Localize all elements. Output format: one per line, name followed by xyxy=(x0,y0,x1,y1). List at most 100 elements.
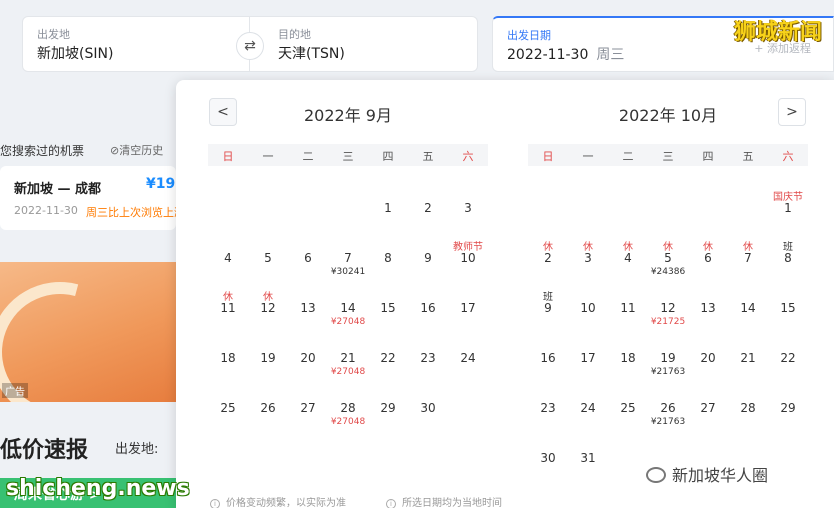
day-number: 26 xyxy=(260,401,276,415)
day-cell[interactable]: 16 xyxy=(528,332,568,382)
day-number: 16 xyxy=(420,301,436,315)
day-number: 30 xyxy=(420,401,436,415)
day-cell[interactable]: 休2 xyxy=(528,232,568,282)
day-cell[interactable]: 1 xyxy=(368,182,408,232)
day-cell[interactable]: 5 xyxy=(248,232,288,282)
weekday-label: 四 xyxy=(382,150,394,163)
day-cell[interactable]: 休7 xyxy=(728,232,768,282)
day-number: 4 xyxy=(624,251,632,265)
day-cell[interactable]: 23 xyxy=(408,332,448,382)
day-number: 24 xyxy=(460,351,476,365)
day-number: 17 xyxy=(580,351,596,365)
day-cell[interactable]: 27 xyxy=(688,382,728,432)
day-cell[interactable]: 22 xyxy=(368,332,408,382)
day-cell[interactable]: 休6 xyxy=(688,232,728,282)
weekday-label: 二 xyxy=(302,150,314,163)
day-cell[interactable]: 休 5 ¥24386 xyxy=(648,232,688,282)
day-number: 19 xyxy=(660,351,676,365)
day-cell[interactable]: 19 xyxy=(248,332,288,382)
day-cell[interactable]: 26 xyxy=(248,382,288,432)
day-cell[interactable]: 23 xyxy=(528,382,568,432)
day-price: ¥27048 xyxy=(330,317,366,327)
day-number: 22 xyxy=(380,351,396,365)
day-cell[interactable]: 31 xyxy=(568,432,608,482)
day-cell[interactable]: 29 xyxy=(768,382,808,432)
history-title: 您搜索过的机票 xyxy=(0,144,85,158)
day-cell[interactable]: 20 xyxy=(688,332,728,382)
day-cell[interactable]: 国庆节 1 xyxy=(768,182,808,232)
day-cell[interactable]: 班8 xyxy=(768,232,808,282)
day-cell[interactable]: 15 xyxy=(368,282,408,332)
weekday-label: 三 xyxy=(342,150,354,163)
day-cell[interactable]: 21 ¥27048 xyxy=(328,332,368,382)
day-cell[interactable]: 17 xyxy=(448,282,488,332)
day-cell[interactable]: 10 xyxy=(568,282,608,332)
date-picker: < > 2022年 9月 日一二三四五六 1 2 3 4 5 6 7 ¥30241 8 9 教师节 1… xyxy=(176,80,834,508)
info-icon: i xyxy=(386,499,396,508)
day-cell[interactable]: 19 ¥21763 xyxy=(648,332,688,382)
date-weekday: 周三 xyxy=(596,47,625,63)
day-number: 24 xyxy=(580,401,596,415)
from-label: 出发地 xyxy=(37,28,70,41)
day-cell[interactable]: 30 xyxy=(528,432,568,482)
day-cell[interactable]: 14 xyxy=(728,282,768,332)
day-number: 8 xyxy=(384,251,392,265)
day-cell[interactable]: 9 xyxy=(408,232,448,282)
day-number: 5 xyxy=(664,251,672,265)
weekday-label: 三 xyxy=(662,150,674,163)
day-cell[interactable]: 28 xyxy=(728,382,768,432)
watermark-top: 狮城新闻 xyxy=(733,20,822,45)
day-cell[interactable]: 16 xyxy=(408,282,448,332)
to-field[interactable]: 目的地 天津(TSN) xyxy=(250,16,478,72)
ad-banner[interactable]: 广告 xyxy=(0,262,176,402)
day-cell[interactable]: 12 ¥21725 xyxy=(648,282,688,332)
weekday-label: 二 xyxy=(622,150,634,163)
day-cell[interactable]: 13 xyxy=(688,282,728,332)
day-cell[interactable]: 班9 xyxy=(528,282,568,332)
day-price: ¥27048 xyxy=(330,417,366,427)
day-number: 15 xyxy=(380,301,396,315)
history-item[interactable]: 新加坡 — 成都 ¥19 2022-11-30 周三比上次浏览上涨 xyxy=(0,166,185,230)
day-cell[interactable]: 24 xyxy=(448,332,488,382)
day-cell[interactable]: 14 ¥27048 xyxy=(328,282,368,332)
clear-history-button[interactable]: ⊘清空历史 xyxy=(110,142,163,158)
day-number: 25 xyxy=(620,401,636,415)
ad-illustration xyxy=(0,262,156,402)
history-price: ¥19 xyxy=(146,176,176,192)
day-cell[interactable]: 26 ¥21763 xyxy=(648,382,688,432)
day-number: 15 xyxy=(780,301,796,315)
day-price: ¥30241 xyxy=(330,267,366,277)
day-number: 11 xyxy=(620,301,636,315)
day-number: 18 xyxy=(220,351,236,365)
day-cell[interactable]: 休 11 xyxy=(208,282,248,332)
day-cell[interactable]: 21 xyxy=(728,332,768,382)
day-cell[interactable]: 休 12 xyxy=(248,282,288,332)
from-field[interactable]: 出发地 新加坡(SIN) xyxy=(22,16,250,72)
day-cell[interactable]: 15 xyxy=(768,282,808,332)
day-cell[interactable]: 25 xyxy=(208,382,248,432)
day-cell[interactable]: 28 ¥27048 xyxy=(328,382,368,432)
day-cell[interactable]: 30 xyxy=(408,382,448,432)
day-number: 12 xyxy=(660,301,676,315)
day-number: 1 xyxy=(784,201,792,215)
day-cell[interactable]: 3 xyxy=(448,182,488,232)
date-value: 2022-11-30 周三 xyxy=(507,44,624,64)
day-cell[interactable]: 17 xyxy=(568,332,608,382)
day-cell[interactable]: 24 xyxy=(568,382,608,432)
day-cell[interactable]: 2 xyxy=(408,182,448,232)
day-cell[interactable]: 教师节 10 xyxy=(448,232,488,282)
day-cell[interactable]: 18 xyxy=(208,332,248,382)
date-text: 2022-11-30 xyxy=(507,47,589,63)
weekday-label: 五 xyxy=(422,150,434,163)
day-cell[interactable]: 7 ¥30241 xyxy=(328,232,368,282)
day-cell[interactable]: 休3 xyxy=(568,232,608,282)
ad-tag: 广告 xyxy=(2,383,28,398)
swap-icon[interactable]: ⇄ xyxy=(236,32,264,60)
day-number: 23 xyxy=(540,401,556,415)
day-number: 28 xyxy=(740,401,756,415)
day-cell[interactable]: 4 xyxy=(208,232,248,282)
day-cell[interactable]: 8 xyxy=(368,232,408,282)
day-cell[interactable]: 22 xyxy=(768,332,808,382)
day-number: 6 xyxy=(304,251,312,265)
day-cell[interactable]: 29 xyxy=(368,382,408,432)
